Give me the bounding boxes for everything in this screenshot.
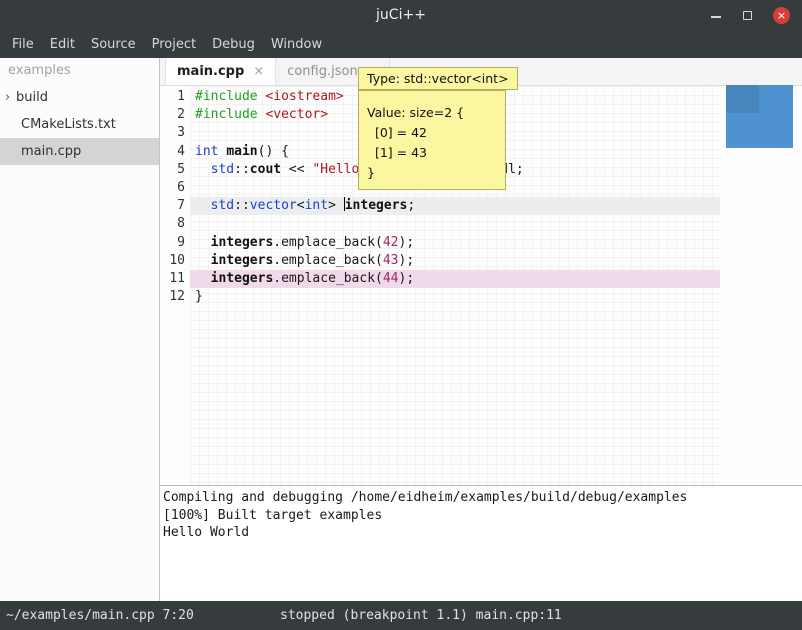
tooltip-type: Type: std::vector<int> bbox=[358, 67, 518, 90]
chevron-right-icon: › bbox=[0, 90, 16, 105]
menu-bar: File Edit Source Project Debug Window bbox=[0, 30, 802, 58]
line-number[interactable]: 6 bbox=[160, 179, 190, 197]
code-token: #include bbox=[195, 89, 258, 104]
tooltip-value-line: [0] = 42 bbox=[367, 123, 497, 143]
minimap-highlight bbox=[726, 85, 793, 148]
code-token: ); bbox=[399, 235, 415, 250]
code-token: vector bbox=[250, 198, 297, 213]
window-controls: × bbox=[710, 0, 790, 30]
code-token: std bbox=[211, 198, 234, 213]
menu-item-debug[interactable]: Debug bbox=[212, 37, 255, 52]
close-button[interactable]: × bbox=[773, 7, 790, 24]
code-token bbox=[195, 253, 211, 268]
sidebar: examples ›build CMakeLists.txt main.cpp bbox=[0, 58, 160, 601]
status-debug-state: stopped (breakpoint 1.1) main.cpp:11 bbox=[280, 608, 562, 623]
code-token: 44 bbox=[383, 271, 399, 286]
line-number[interactable]: 2 bbox=[160, 106, 190, 124]
code-token: integers bbox=[211, 271, 274, 286]
line-number[interactable]: 3 bbox=[160, 124, 190, 142]
file-tree: ›build CMakeLists.txt main.cpp bbox=[0, 84, 159, 165]
status-bar: ~/examples/main.cpp 7:20 stopped (breakp… bbox=[0, 601, 802, 630]
menu-item-window[interactable]: Window bbox=[271, 37, 322, 52]
minimize-button[interactable] bbox=[710, 9, 722, 21]
file-name-label: CMakeLists.txt bbox=[21, 117, 116, 132]
code-token: integers bbox=[211, 235, 274, 250]
code-line-7[interactable]: std::vector<int> integers; bbox=[190, 197, 720, 215]
terminal-line: Compiling and debugging /home/eidheim/ex… bbox=[163, 489, 802, 507]
menu-item-file[interactable]: File bbox=[12, 37, 34, 52]
code-token: .emplace_back( bbox=[273, 235, 383, 250]
terminal-line: [100%] Built target examples bbox=[163, 507, 802, 525]
code-token: cout bbox=[250, 162, 281, 177]
terminal-output[interactable]: Compiling and debugging /home/eidheim/ex… bbox=[160, 485, 802, 601]
tooltip-value-line: Value: size=2 { bbox=[367, 103, 497, 123]
code-token: > bbox=[328, 198, 344, 213]
code-token: int bbox=[305, 198, 328, 213]
code-token: :: bbox=[234, 198, 250, 213]
line-number[interactable]: 4 bbox=[160, 143, 190, 161]
code-line-11[interactable]: integers.emplace_back(44); bbox=[190, 270, 720, 288]
line-number[interactable]: 5 bbox=[160, 161, 190, 179]
line-number[interactable]: 8 bbox=[160, 215, 190, 233]
file-name-label: main.cpp bbox=[21, 144, 81, 159]
status-file-position: ~/examples/main.cpp 7:20 bbox=[0, 608, 194, 623]
code-token: << bbox=[281, 162, 312, 177]
sidebar-item-build[interactable]: ›build bbox=[0, 84, 159, 111]
code-line-8[interactable] bbox=[190, 215, 720, 233]
code-token: < bbox=[297, 198, 305, 213]
window-title: juCi++ bbox=[376, 7, 426, 23]
line-number[interactable]: 10 bbox=[160, 252, 190, 270]
code-line-10[interactable]: integers.emplace_back(43); bbox=[190, 252, 720, 270]
code-token bbox=[195, 162, 211, 177]
menu-item-project[interactable]: Project bbox=[152, 37, 196, 52]
code-token: main bbox=[226, 144, 257, 159]
sidebar-header: examples bbox=[0, 58, 159, 84]
line-number[interactable]: 1 bbox=[160, 88, 190, 106]
tab-main-cpp[interactable]: main.cpp × bbox=[165, 58, 276, 85]
terminal-line: Hello World bbox=[163, 524, 802, 542]
code-token: <iostream> bbox=[265, 89, 343, 104]
code-token: integers bbox=[345, 198, 408, 213]
code-token bbox=[195, 235, 211, 250]
code-token: std bbox=[211, 162, 234, 177]
code-line-12[interactable]: } bbox=[190, 288, 720, 306]
minimap-highlight-shade bbox=[726, 85, 759, 113]
code-token: ); bbox=[399, 271, 415, 286]
code-token: ); bbox=[399, 253, 415, 268]
tab-label: config.json bbox=[287, 64, 358, 79]
line-number[interactable]: 9 bbox=[160, 234, 190, 252]
code-token: } bbox=[195, 289, 203, 304]
line-number[interactable]: 11 bbox=[160, 270, 190, 288]
tooltip-value: Value: size=2 { [0] = 42 [1] = 43} bbox=[358, 90, 506, 190]
file-name-label: build bbox=[16, 90, 48, 105]
sidebar-item-main-cpp[interactable]: main.cpp bbox=[0, 138, 159, 165]
code-token: .emplace_back( bbox=[273, 253, 383, 268]
menu-item-edit[interactable]: Edit bbox=[50, 37, 75, 52]
code-token: () { bbox=[258, 144, 289, 159]
code-token: :: bbox=[234, 162, 250, 177]
code-token: #include bbox=[195, 107, 258, 122]
code-line-9[interactable]: integers.emplace_back(42); bbox=[190, 234, 720, 252]
code-token bbox=[195, 198, 211, 213]
code-token: integers bbox=[211, 253, 274, 268]
tooltip-value-line: } bbox=[367, 163, 497, 183]
restore-button[interactable] bbox=[742, 10, 753, 21]
code-token: 43 bbox=[383, 253, 399, 268]
code-token bbox=[195, 271, 211, 286]
sidebar-item-cmakelists-txt[interactable]: CMakeLists.txt bbox=[0, 111, 159, 138]
line-number-gutter: 123456789101112 bbox=[160, 86, 190, 485]
code-token: ; bbox=[407, 198, 415, 213]
code-token: .emplace_back( bbox=[273, 271, 383, 286]
line-number[interactable]: 12 bbox=[160, 288, 190, 306]
code-token: <vector> bbox=[265, 107, 328, 122]
line-number[interactable]: 7 bbox=[160, 197, 190, 215]
tab-label: main.cpp bbox=[177, 64, 244, 79]
code-token: int bbox=[195, 144, 218, 159]
tooltip-value-line: [1] = 43 bbox=[367, 143, 497, 163]
tab-close-icon[interactable]: × bbox=[253, 64, 264, 79]
menu-item-source[interactable]: Source bbox=[91, 37, 136, 52]
code-token: 42 bbox=[383, 235, 399, 250]
title-bar[interactable]: juCi++ × bbox=[0, 0, 802, 30]
